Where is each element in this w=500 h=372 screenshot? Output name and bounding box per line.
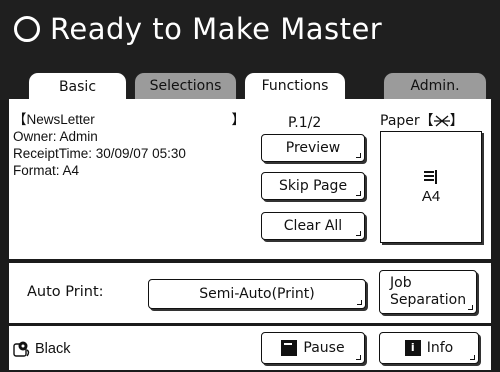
footer-bar: Black Pause i Info xyxy=(9,326,491,370)
ring-icon xyxy=(14,16,40,42)
clear-all-label: Clear All xyxy=(283,218,343,234)
job-owner: Owner: Admin xyxy=(13,129,98,144)
preview-label: Preview xyxy=(285,140,341,156)
paper-title-text: Paper【 xyxy=(380,113,434,129)
x-icon xyxy=(433,115,450,127)
auto-print-value: Semi-Auto(Print) xyxy=(199,286,315,302)
paper-size: A4 xyxy=(421,187,441,205)
tab-admin[interactable]: Admin. xyxy=(383,72,487,99)
info-icon: i xyxy=(404,340,421,356)
page-indicator: P.1/2 xyxy=(288,115,322,131)
skip-page-button[interactable]: Skip Page xyxy=(261,172,365,200)
job-separation-button[interactable]: Job Separation xyxy=(379,270,477,314)
job-sep-line2: Separation xyxy=(390,292,467,308)
tab-selections-label: Selections xyxy=(149,78,222,94)
paper-title-close: 】 xyxy=(449,113,464,129)
auto-print-panel: Auto Print: Semi-Auto(Print) Job Separat… xyxy=(9,263,491,323)
page-title: Ready to Make Master xyxy=(14,12,382,46)
job-format: Format: A4 xyxy=(13,163,80,178)
auto-print-label: Auto Print: xyxy=(27,284,104,300)
pause-button[interactable]: Pause xyxy=(261,332,365,364)
info-button[interactable]: i Info xyxy=(379,332,479,364)
pause-icon xyxy=(281,340,298,356)
job-info: 【NewsLetter 】 Owner: Admin ReceiptTime: … xyxy=(13,111,245,179)
pause-label: Pause xyxy=(303,340,345,356)
job-receipt-time: ReceiptTime: 30/09/07 05:30 xyxy=(13,146,186,161)
tab-functions-label: Functions xyxy=(261,78,329,94)
paper-title: Paper【】 xyxy=(380,110,464,130)
ink-color-status: Black xyxy=(13,340,70,358)
ink-color-label: Black xyxy=(35,341,71,357)
job-name-close: 】 xyxy=(231,112,246,127)
tab-admin-label: Admin. xyxy=(410,78,460,94)
tab-selections[interactable]: Selections xyxy=(134,72,237,99)
header-bar: Ready to Make Master Basic Selections Fu… xyxy=(0,0,500,101)
paper-button[interactable]: A4 xyxy=(380,131,482,243)
job-sep-line1: Job xyxy=(390,275,412,291)
title-text: Ready to Make Master xyxy=(50,12,383,46)
main-panel: 【NewsLetter 】 Owner: Admin ReceiptTime: … xyxy=(9,99,491,259)
tab-basic[interactable]: Basic xyxy=(28,72,127,101)
auto-print-select[interactable]: Semi-Auto(Print) xyxy=(148,279,366,309)
tab-functions[interactable]: Functions xyxy=(244,72,346,99)
document-icon xyxy=(424,169,437,184)
skip-page-label: Skip Page xyxy=(278,178,348,194)
tab-basic-label: Basic xyxy=(58,79,97,95)
preview-button[interactable]: Preview xyxy=(261,134,365,162)
job-name-text: 【NewsLetter xyxy=(13,112,95,127)
job-name: 【NewsLetter 】 xyxy=(13,111,245,128)
ink-drum-icon xyxy=(13,341,30,357)
clear-all-button[interactable]: Clear All xyxy=(261,212,365,240)
info-label: Info xyxy=(426,340,454,356)
